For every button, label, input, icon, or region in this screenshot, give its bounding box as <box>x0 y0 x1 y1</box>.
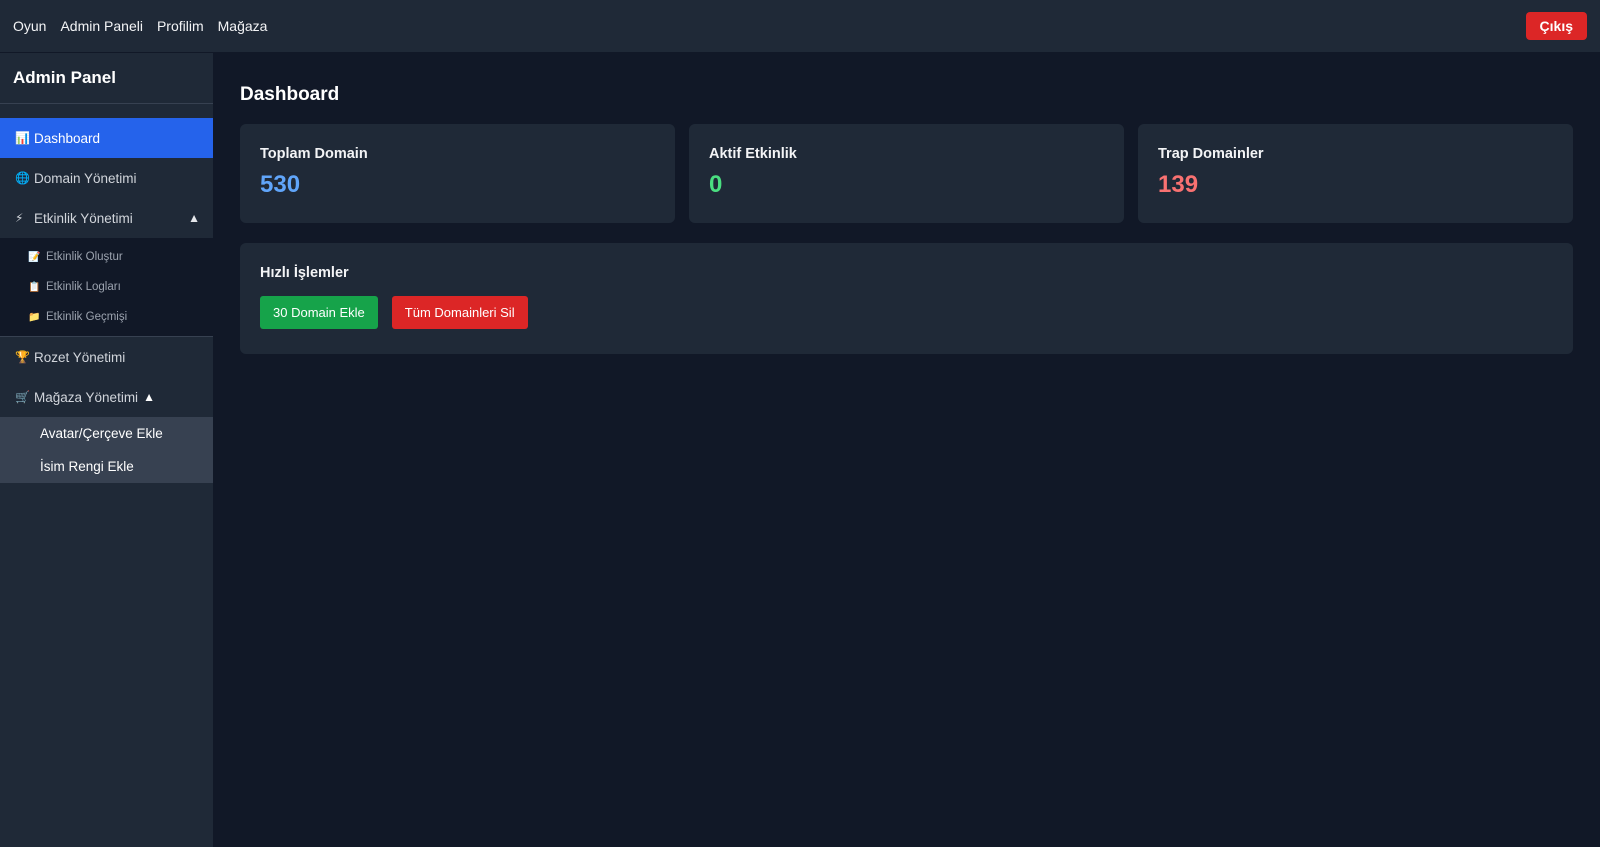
sidebar-item-event-management[interactable]: ⚡ Etkinlik Yönetimi ▲ <box>0 198 213 238</box>
sidebar-title: Admin Panel <box>0 53 213 104</box>
lightning-icon: ⚡ <box>15 211 24 225</box>
stat-label: Trap Domainler <box>1158 146 1264 162</box>
nav-link-profile[interactable]: Profilim <box>157 18 204 34</box>
clipboard-icon: 📋 <box>28 281 41 293</box>
top-navbar: Oyun Admin Paneli Profilim Mağaza Çıkış <box>0 0 1600 53</box>
top-nav: Oyun Admin Paneli Profilim Mağaza <box>13 18 267 34</box>
globe-icon: 🌐 <box>15 171 30 185</box>
sidebar-menu: 📊 Dashboard 🌐 Domain Yönetimi ⚡ Etkinlik… <box>0 118 213 483</box>
stat-label: Toplam Domain <box>260 146 368 162</box>
stat-value: 0 <box>709 171 723 198</box>
submenu-item-label: Etkinlik Oluştur <box>46 251 123 263</box>
submenu-item-event-logs[interactable]: 📋 Etkinlik Logları <box>0 272 213 302</box>
submenu-item-create-event[interactable]: 📝 Etkinlik Oluştur <box>0 242 213 272</box>
submenu-item-label: Etkinlik Logları <box>46 281 121 293</box>
sidebar: Admin Panel 📊 Dashboard 🌐 Domain Yönetim… <box>0 53 213 847</box>
sidebar-item-label: Rozet Yönetimi <box>34 349 126 365</box>
nav-link-store[interactable]: Mağaza <box>218 18 268 34</box>
quick-actions-panel: Hızlı İşlemler 30 Domain Ekle Tüm Domain… <box>240 243 1573 354</box>
stat-label: Aktif Etkinlik <box>709 146 797 162</box>
add-domains-button[interactable]: 30 Domain Ekle <box>260 296 378 329</box>
store-submenu: Avatar/Çerçeve Ekle İsim Rengi Ekle <box>0 417 213 483</box>
stat-card-total-domains: Toplam Domain 530 <box>240 124 675 223</box>
sidebar-item-domain-management[interactable]: 🌐 Domain Yönetimi <box>0 158 213 198</box>
stat-card-trap-domains: Trap Domainler 139 <box>1138 124 1573 223</box>
caret-up-icon[interactable]: ▲ <box>188 211 200 225</box>
main-content: Dashboard Toplam Domain 530 Aktif Etkinl… <box>213 53 1600 847</box>
delete-all-domains-button[interactable]: Tüm Domainleri Sil <box>391 296 528 329</box>
cart-icon: 🛒 <box>15 390 30 404</box>
memo-icon: 📝 <box>28 251 41 263</box>
sidebar-item-label: Dashboard <box>34 130 101 146</box>
submenu-item-event-history[interactable]: 📁 Etkinlik Geçmişi <box>0 302 213 332</box>
nav-link-game[interactable]: Oyun <box>13 18 46 34</box>
caret-up-icon[interactable]: ▲ <box>143 390 155 404</box>
bar-chart-icon: 📊 <box>15 131 30 145</box>
stat-value: 139 <box>1158 171 1199 198</box>
logout-button[interactable]: Çıkış <box>1525 12 1587 40</box>
stat-card-active-events: Aktif Etkinlik 0 <box>689 124 1124 223</box>
quick-actions-buttons: 30 Domain Ekle Tüm Domainleri Sil <box>260 296 1553 329</box>
event-submenu: 📝 Etkinlik Oluştur 📋 Etkinlik Logları 📁 … <box>0 238 213 337</box>
submenu-item-add-name-color[interactable]: İsim Rengi Ekle <box>0 450 213 483</box>
submenu-item-add-avatar-frame[interactable]: Avatar/Çerçeve Ekle <box>0 417 213 450</box>
stats-row: Toplam Domain 530 Aktif Etkinlik 0 Trap … <box>240 124 1573 223</box>
submenu-item-label: Etkinlik Geçmişi <box>46 311 128 323</box>
quick-actions-title: Hızlı İşlemler <box>260 265 349 281</box>
sidebar-item-badge-management[interactable]: 🏆 Rozet Yönetimi <box>0 337 213 377</box>
page-title: Dashboard <box>240 84 340 105</box>
sidebar-item-dashboard[interactable]: 📊 Dashboard <box>0 118 213 158</box>
sidebar-item-label: Etkinlik Yönetimi <box>34 210 133 226</box>
trophy-icon: 🏆 <box>15 350 30 364</box>
folder-icon: 📁 <box>28 311 41 323</box>
nav-link-admin-panel[interactable]: Admin Paneli <box>60 18 143 34</box>
stat-value: 530 <box>260 171 301 198</box>
sidebar-item-store-management[interactable]: 🛒 Mağaza Yönetimi ▲ <box>0 377 213 417</box>
sidebar-item-label: Mağaza Yönetimi <box>34 389 139 405</box>
sidebar-item-label: Domain Yönetimi <box>34 170 137 186</box>
